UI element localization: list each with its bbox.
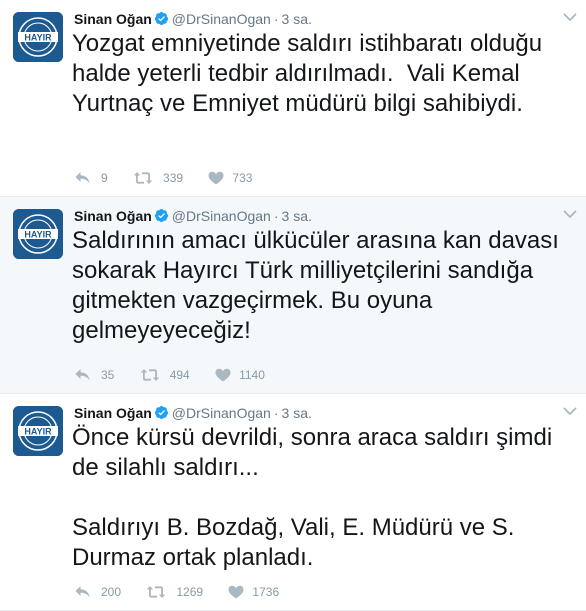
avatar[interactable]: HAYIR	[13, 406, 63, 456]
svg-text:HAYIR: HAYIR	[24, 426, 52, 436]
reply-count: 35	[101, 368, 115, 382]
reply-icon	[75, 586, 90, 598]
retweet-icon	[147, 586, 166, 598]
author-name[interactable]: Sinan Oğan	[74, 405, 152, 421]
tweet-header: Sinan Oğan @DrSinanOgan · 3 sa.	[74, 10, 312, 30]
author-handle[interactable]: @DrSinanOgan	[172, 208, 271, 224]
avatar[interactable]: HAYIR	[13, 209, 63, 259]
separator-dot: ·	[273, 405, 279, 421]
tweet[interactable]: HAYIR Sinan Oğan @DrSinanOgan · 3 sa. Önce …	[0, 394, 586, 611]
retweet-count: 339	[163, 171, 184, 185]
like-button[interactable]: 1140	[215, 367, 265, 383]
reply-icon	[75, 172, 90, 184]
tweet-text: Yozgat emniyetinde saldırı istihbaratı o…	[72, 30, 549, 117]
like-icon	[208, 171, 224, 185]
like-button[interactable]: 733	[208, 170, 252, 186]
reply-button[interactable]: 9	[74, 170, 108, 186]
reply-count: 9	[101, 171, 108, 185]
author-name[interactable]: Sinan Oğan	[74, 11, 152, 27]
chevron-down-icon[interactable]	[563, 9, 577, 27]
reply-button[interactable]: 200	[74, 584, 121, 600]
tweet[interactable]: HAYIR Sinan Oğan @DrSinanOgan · 3 sa. Yozga…	[0, 0, 586, 197]
like-button[interactable]: 1736	[228, 584, 279, 600]
like-icon	[228, 585, 244, 599]
retweet-count: 494	[169, 368, 190, 382]
tweet-timestamp[interactable]: 3 sa.	[282, 405, 312, 421]
author-handle[interactable]: @DrSinanOgan	[172, 405, 271, 421]
retweet-icon	[140, 369, 159, 381]
tweet-text: Saldırının amacı ülkücüler arasına kan d…	[72, 227, 566, 344]
retweet-icon	[133, 172, 153, 184]
chevron-down-icon[interactable]	[563, 403, 577, 421]
like-count: 1140	[239, 368, 265, 382]
svg-text:HAYIR: HAYIR	[24, 229, 52, 239]
verified-icon	[154, 11, 169, 30]
svg-text:HAYIR: HAYIR	[24, 32, 52, 42]
tweet-header: Sinan Oğan @DrSinanOgan · 3 sa.	[74, 404, 312, 424]
tweet[interactable]: HAYIR Sinan Oğan @DrSinanOgan · 3 sa. Saldı…	[0, 197, 586, 394]
tweet-actions: 35 494 1140	[74, 367, 287, 386]
retweet-button[interactable]: 1269	[146, 584, 203, 600]
tweet-timestamp[interactable]: 3 sa.	[282, 208, 312, 224]
retweet-button[interactable]: 339	[133, 170, 183, 186]
reply-icon	[75, 369, 90, 381]
verified-icon	[154, 405, 169, 424]
like-icon	[215, 368, 231, 382]
author-handle[interactable]: @DrSinanOgan	[172, 11, 271, 27]
tweet-actions: 200 1269 1736	[74, 584, 301, 603]
separator-dot: ·	[273, 208, 279, 224]
verified-icon	[154, 208, 169, 227]
tweet-actions: 9 339 733	[74, 170, 274, 189]
reply-button[interactable]: 35	[74, 367, 114, 383]
tweet-timeline: HAYIR Sinan Oğan @DrSinanOgan · 3 sa. Yozga…	[0, 0, 586, 611]
chevron-down-icon[interactable]	[563, 206, 577, 224]
separator-dot: ·	[273, 11, 279, 27]
tweet-timestamp[interactable]: 3 sa.	[282, 11, 312, 27]
avatar[interactable]: HAYIR	[13, 12, 63, 62]
reply-count: 200	[101, 585, 122, 599]
tweet-text: Önce kürsü devrildi, sonra araca saldırı…	[72, 424, 553, 571]
retweet-count: 1269	[176, 585, 204, 599]
retweet-button[interactable]: 494	[140, 367, 190, 383]
tweet-header: Sinan Oğan @DrSinanOgan · 3 sa.	[74, 207, 312, 227]
like-count: 733	[232, 171, 253, 185]
like-count: 1736	[252, 585, 280, 599]
author-name[interactable]: Sinan Oğan	[74, 208, 152, 224]
